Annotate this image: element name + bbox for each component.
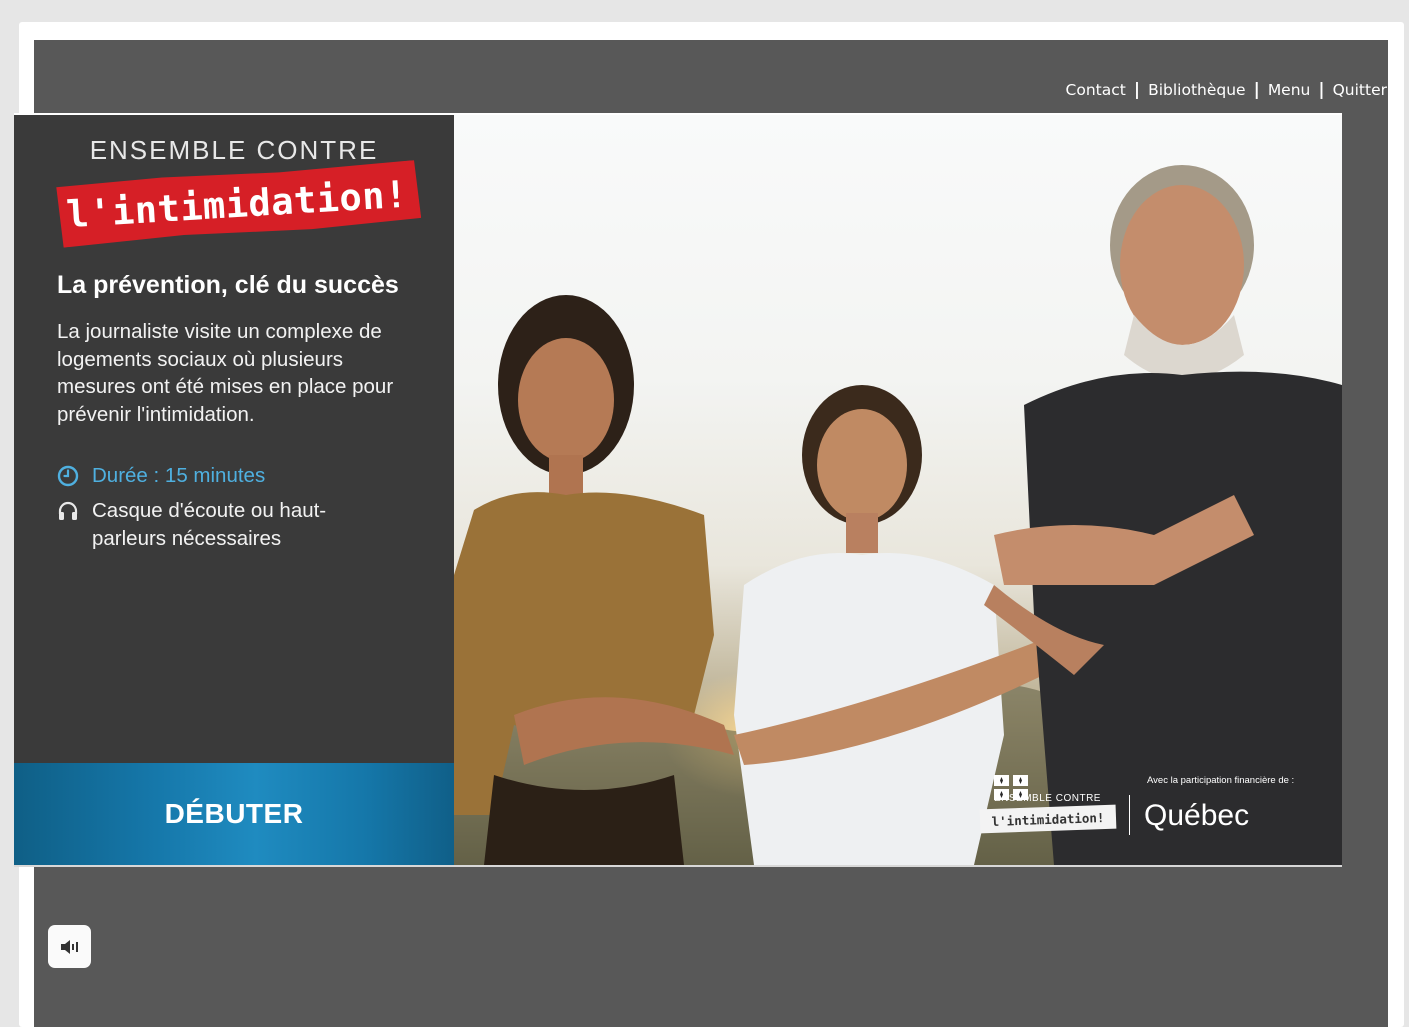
people-illustration [454, 165, 1342, 865]
brand-banner-logo: l'intimidation! [52, 160, 421, 248]
top-navigation: Contact | Bibliothèque | Menu | Quitter [1066, 80, 1387, 100]
sound-toggle-button[interactable] [48, 925, 91, 968]
course-info-panel: ENSEMBLE CONTRE l'intimidation! La préve… [14, 115, 454, 865]
course-stage: ENSEMBLE CONTRE l'intimidation! La préve… [14, 113, 1342, 867]
nav-library-link[interactable]: Bibliothèque [1148, 81, 1246, 99]
audio-requirement-row: Casque d'écoute ou haut-parleurs nécessa… [57, 497, 387, 553]
campaign-logo-banner: l'intimidation! [979, 804, 1117, 834]
audio-note-text: Casque d'écoute ou haut-parleurs nécessa… [92, 499, 327, 550]
logo-divider [1129, 795, 1130, 835]
nav-separator: | [1133, 80, 1141, 100]
course-title: La prévention, clé du succès [57, 271, 399, 299]
clock-icon [57, 465, 79, 487]
campaign-logo-banner-text: l'intimidation! [991, 809, 1105, 829]
duration-text: Durée : 15 minutes [92, 464, 266, 487]
start-button[interactable]: DÉBUTER [14, 763, 454, 865]
brand-top-line: ENSEMBLE CONTRE [89, 135, 379, 165]
hero-photo: ENSEMBLE CONTRE l'intimidation! Avec la … [454, 115, 1342, 865]
brand-banner-text: l'intimidation! [65, 172, 409, 236]
quebec-flag-icon [994, 775, 1028, 800]
nav-contact-link[interactable]: Contact [1066, 81, 1126, 99]
nav-separator: | [1318, 80, 1325, 100]
course-description: La journaliste visite un complexe de log… [57, 320, 394, 426]
duration-row: Durée : 15 minutes [57, 462, 265, 490]
nav-quit-link[interactable]: Quitter [1333, 81, 1387, 99]
funding-note: Avec la participation financière de : [1147, 775, 1295, 786]
nav-menu-link[interactable]: Menu [1268, 81, 1311, 99]
photo-logos: ENSEMBLE CONTRE l'intimidation! Avec la … [979, 775, 1342, 855]
start-button-label: DÉBUTER [164, 798, 304, 829]
quebec-logo-text: Québec [1144, 799, 1250, 832]
headphones-icon [58, 501, 78, 520]
nav-separator: | [1253, 80, 1260, 100]
speaker-icon [60, 939, 78, 954]
